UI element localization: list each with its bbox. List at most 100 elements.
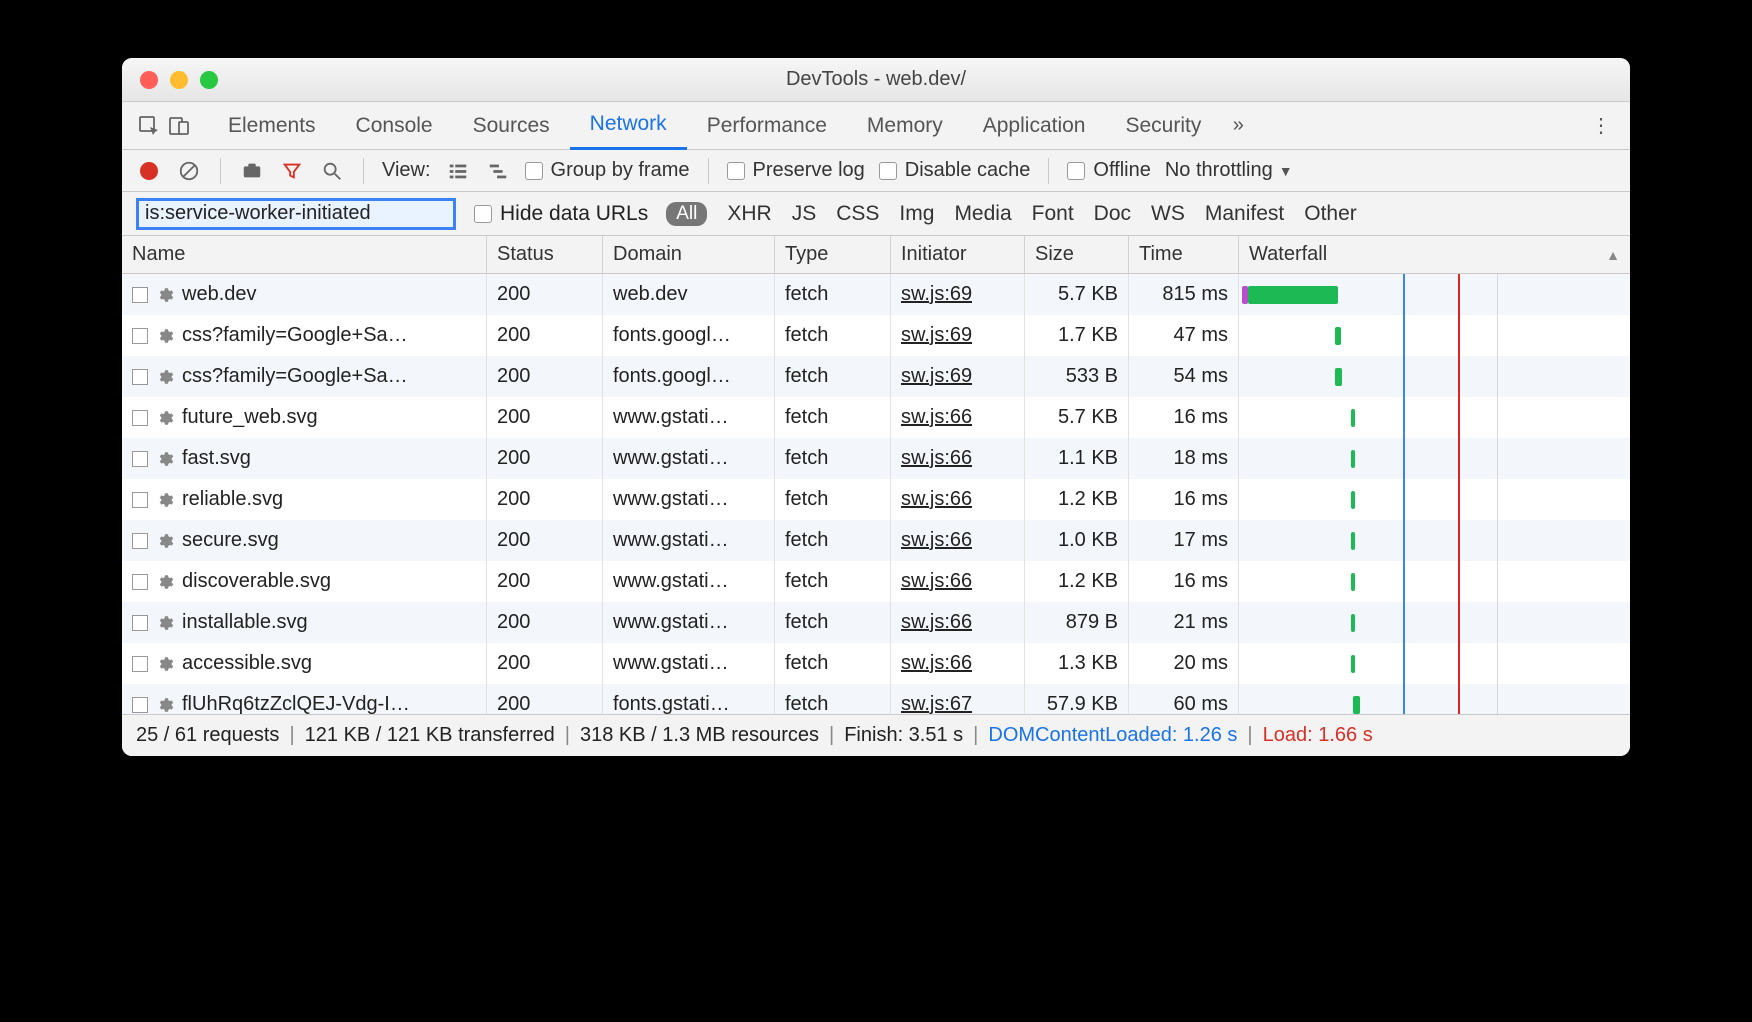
filter-font[interactable]: Font <box>1032 202 1074 226</box>
tab-application[interactable]: Application <box>963 102 1106 150</box>
row-checkbox[interactable] <box>132 451 148 467</box>
col-time[interactable]: Time <box>1129 236 1239 273</box>
request-name: flUhRq6tzZclQEJ-Vdg-I… <box>182 693 410 714</box>
request-type: fetch <box>775 643 891 684</box>
request-initiator[interactable]: sw.js:66 <box>901 611 972 634</box>
group-by-frame-checkbox[interactable]: Group by frame <box>525 159 690 182</box>
table-row[interactable]: reliable.svg200www.gstati…fetchsw.js:661… <box>122 479 1630 520</box>
request-initiator[interactable]: sw.js:67 <box>901 693 972 714</box>
request-domain: www.gstati… <box>603 520 775 561</box>
request-type: fetch <box>775 397 891 438</box>
table-row[interactable]: flUhRq6tzZclQEJ-Vdg-I…200fonts.gstati…fe… <box>122 684 1630 714</box>
capture-screenshots-icon[interactable] <box>239 158 265 184</box>
request-domain: web.dev <box>603 274 775 315</box>
filter-all[interactable]: All <box>666 202 707 226</box>
filter-img[interactable]: Img <box>899 202 934 226</box>
col-type[interactable]: Type <box>775 236 891 273</box>
settings-menu-icon[interactable]: ⋮ <box>1584 113 1618 138</box>
col-name[interactable]: Name <box>122 236 487 273</box>
table-row[interactable]: installable.svg200www.gstati…fetchsw.js:… <box>122 602 1630 643</box>
request-initiator[interactable]: sw.js:66 <box>901 652 972 675</box>
request-initiator[interactable]: sw.js:69 <box>901 324 972 347</box>
filter-js[interactable]: JS <box>792 202 817 226</box>
clear-button[interactable] <box>176 158 202 184</box>
request-domain: www.gstati… <box>603 643 775 684</box>
row-checkbox[interactable] <box>132 492 148 508</box>
more-tabs-icon[interactable]: » <box>1221 114 1255 137</box>
request-initiator[interactable]: sw.js:69 <box>901 365 972 388</box>
request-initiator[interactable]: sw.js:66 <box>901 488 972 511</box>
row-checkbox[interactable] <box>132 697 148 713</box>
preserve-log-checkbox[interactable]: Preserve log <box>727 159 865 182</box>
tab-performance[interactable]: Performance <box>687 102 847 150</box>
table-row[interactable]: css?family=Google+Sa…200fonts.googl…fetc… <box>122 356 1630 397</box>
row-checkbox[interactable] <box>132 533 148 549</box>
filter-css[interactable]: CSS <box>836 202 879 226</box>
large-rows-icon[interactable] <box>445 158 471 184</box>
filter-doc[interactable]: Doc <box>1094 202 1131 226</box>
request-initiator[interactable]: sw.js:66 <box>901 529 972 552</box>
request-initiator[interactable]: sw.js:69 <box>901 283 972 306</box>
table-row[interactable]: secure.svg200www.gstati…fetchsw.js:661.0… <box>122 520 1630 561</box>
tab-elements[interactable]: Elements <box>208 102 336 150</box>
col-domain[interactable]: Domain <box>603 236 775 273</box>
request-size: 1.3 KB <box>1025 643 1129 684</box>
row-checkbox[interactable] <box>132 369 148 385</box>
col-initiator[interactable]: Initiator <box>891 236 1025 273</box>
filter-toggle-icon[interactable] <box>279 158 305 184</box>
tab-security[interactable]: Security <box>1105 102 1221 150</box>
col-status[interactable]: Status <box>487 236 603 273</box>
close-window-button[interactable] <box>140 71 158 89</box>
waterfall-cell <box>1239 684 1630 714</box>
gear-icon <box>156 491 174 509</box>
row-checkbox[interactable] <box>132 328 148 344</box>
row-checkbox[interactable] <box>132 656 148 672</box>
table-row[interactable]: fast.svg200www.gstati…fetchsw.js:661.1 K… <box>122 438 1630 479</box>
table-row[interactable]: future_web.svg200www.gstati…fetchsw.js:6… <box>122 397 1630 438</box>
throttling-dropdown[interactable]: No throttling▼ <box>1165 159 1293 182</box>
filter-media[interactable]: Media <box>954 202 1011 226</box>
row-checkbox[interactable] <box>132 615 148 631</box>
waterfall-cell <box>1239 479 1630 520</box>
tab-memory[interactable]: Memory <box>847 102 963 150</box>
filter-input[interactable] <box>136 198 456 230</box>
inspect-element-icon[interactable] <box>134 111 164 141</box>
disable-cache-checkbox[interactable]: Disable cache <box>879 159 1031 182</box>
request-domain: www.gstati… <box>603 602 775 643</box>
request-initiator[interactable]: sw.js:66 <box>901 406 972 429</box>
col-waterfall[interactable]: Waterfall▲ <box>1239 236 1630 273</box>
maximize-window-button[interactable] <box>200 71 218 89</box>
row-checkbox[interactable] <box>132 574 148 590</box>
col-size[interactable]: Size <box>1025 236 1129 273</box>
request-type: fetch <box>775 684 891 714</box>
request-name: accessible.svg <box>182 652 312 675</box>
search-icon[interactable] <box>319 158 345 184</box>
tab-sources[interactable]: Sources <box>453 102 570 150</box>
record-button[interactable] <box>136 158 162 184</box>
row-checkbox[interactable] <box>132 287 148 303</box>
request-initiator[interactable]: sw.js:66 <box>901 570 972 593</box>
table-row[interactable]: accessible.svg200www.gstati…fetchsw.js:6… <box>122 643 1630 684</box>
request-type: fetch <box>775 602 891 643</box>
waterfall-overview-icon[interactable] <box>485 158 511 184</box>
table-row[interactable]: discoverable.svg200www.gstati…fetchsw.js… <box>122 561 1630 602</box>
request-domain: fonts.googl… <box>603 356 775 397</box>
waterfall-cell <box>1239 315 1630 356</box>
device-toolbar-icon[interactable] <box>164 111 194 141</box>
request-initiator[interactable]: sw.js:66 <box>901 447 972 470</box>
table-row[interactable]: web.dev200web.devfetchsw.js:695.7 KB815 … <box>122 274 1630 315</box>
filter-xhr[interactable]: XHR <box>727 202 771 226</box>
tab-network[interactable]: Network <box>570 102 687 150</box>
filter-other[interactable]: Other <box>1304 202 1357 226</box>
filter-ws[interactable]: WS <box>1151 202 1185 226</box>
request-status: 200 <box>487 561 603 602</box>
filter-manifest[interactable]: Manifest <box>1205 202 1284 226</box>
minimize-window-button[interactable] <box>170 71 188 89</box>
offline-checkbox[interactable]: Offline <box>1067 159 1150 182</box>
row-checkbox[interactable] <box>132 410 148 426</box>
tab-console[interactable]: Console <box>336 102 453 150</box>
table-row[interactable]: css?family=Google+Sa…200fonts.googl…fetc… <box>122 315 1630 356</box>
hide-data-urls-checkbox[interactable]: Hide data URLs <box>474 202 648 226</box>
window-title: DevTools - web.dev/ <box>122 68 1630 91</box>
request-type: fetch <box>775 274 891 315</box>
